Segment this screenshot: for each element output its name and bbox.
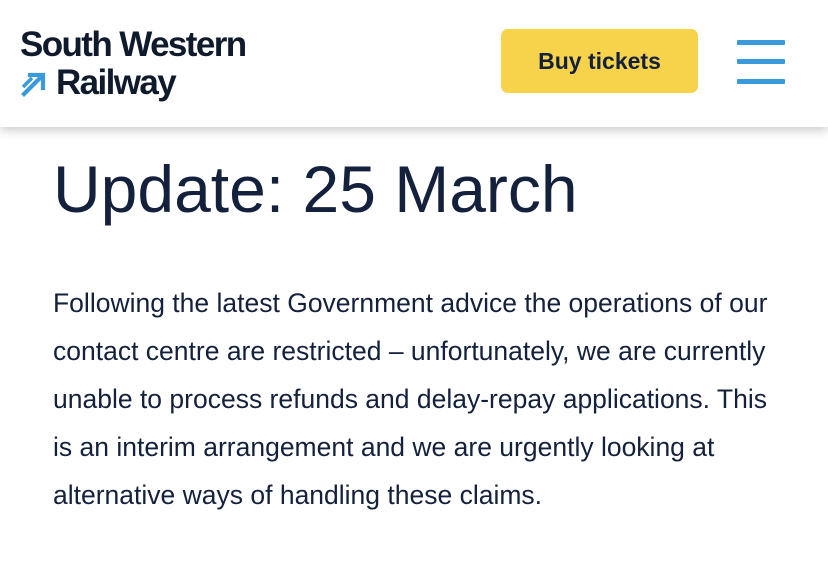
logo-text-line1: South Western — [20, 25, 247, 64]
diagonal-arrow-icon — [21, 72, 46, 97]
page-title: Update: 25 March — [53, 152, 578, 226]
logo-text-line2: Railway — [56, 63, 177, 102]
hamburger-menu-icon[interactable] — [735, 36, 787, 88]
buy-tickets-button[interactable]: Buy tickets — [501, 29, 698, 93]
menu-bar-middle — [737, 59, 785, 64]
menu-bar-top — [737, 40, 785, 45]
menu-bar-bottom — [737, 79, 785, 84]
site-header: South Western Railway Buy tickets — [0, 0, 828, 127]
article-body-text: Following the latest Government advice t… — [53, 288, 768, 510]
article-content: Update: 25 March Following the latest Go… — [0, 127, 828, 575]
swr-logo[interactable]: South Western Railway — [20, 26, 280, 106]
